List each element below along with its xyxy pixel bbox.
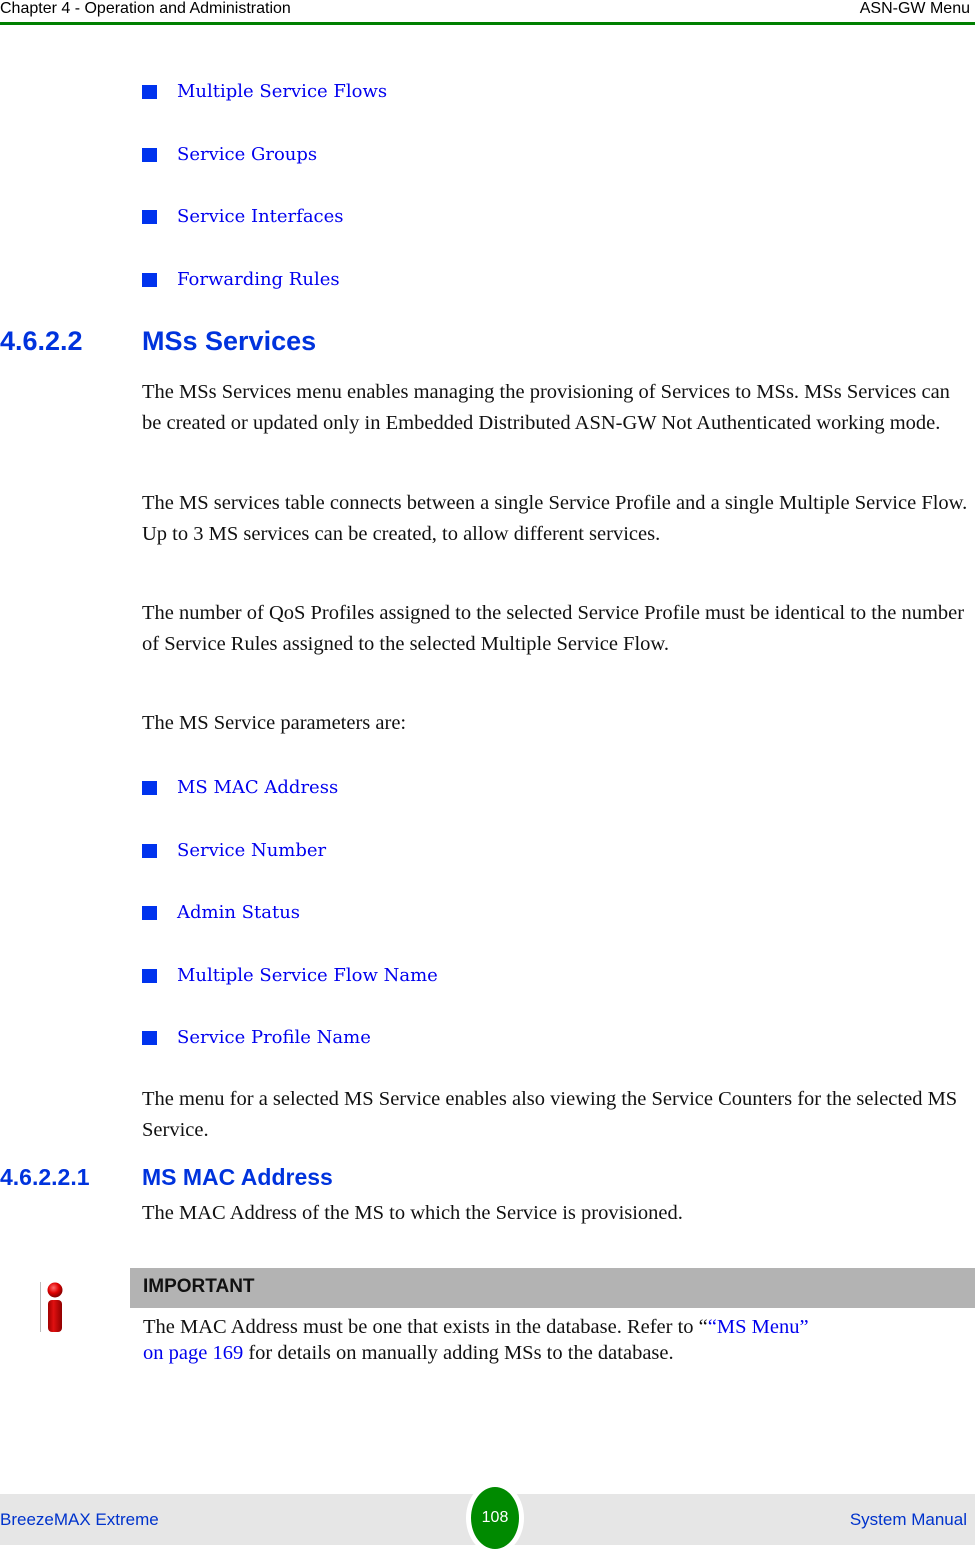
important-note-text: The MAC Address must be one that exists … [143,1314,973,1366]
link-service-groups[interactable]: Service Groups [177,144,317,165]
list-item[interactable]: Admin Status [142,901,438,964]
list-item[interactable]: Service Interfaces [142,205,387,268]
link-multiple-service-flow-name[interactable]: Multiple Service Flow Name [177,965,438,986]
link-service-number[interactable]: Service Number [177,840,326,861]
link-multiple-service-flows[interactable]: Multiple Service Flows [177,81,387,102]
paragraph: The number of QoS Profiles assigned to t… [142,602,965,655]
list-item[interactable]: Multiple Service Flows [142,80,387,143]
related-menus-list: Multiple Service Flows Service Groups Se… [142,80,387,330]
list-item[interactable]: Service Groups [142,143,387,206]
page-number-badge: 108 [466,1482,524,1554]
parameters-list: MS MAC Address Service Number Admin Stat… [142,776,438,1089]
bullet-square-icon [142,210,157,224]
list-item[interactable]: MS MAC Address [142,776,438,839]
bullet-square-icon [142,781,157,795]
bullet-square-icon [142,968,157,983]
link-ms-mac-address[interactable]: MS MAC Address [177,777,338,798]
page-header: Chapter 4 - Operation and Administration… [0,0,975,25]
list-item[interactable]: Service Profile Name [142,1026,438,1089]
list-item[interactable]: Multiple Service Flow Name [142,964,438,1027]
paragraph: The menu for a selected MS Service enabl… [142,1088,958,1141]
section-heading: 4.6.2.2 MSs Services [0,326,316,357]
document-name: System Manual [849,1510,967,1529]
list-item[interactable]: Service Number [142,839,438,902]
important-note-header: IMPORTANT [130,1268,975,1308]
important-label: IMPORTANT [143,1276,255,1297]
section-title: ASN-GW Menu [859,0,970,17]
link-forwarding-rules[interactable]: Forwarding Rules [177,269,340,290]
ms-menu-link[interactable]: “MS Menu” [708,1316,809,1338]
paragraph: The MS services table connects between a… [142,492,968,545]
paragraph: The MSs Services menu enables managing t… [142,381,950,434]
subsection-heading-title: MS MAC Address [142,1164,333,1190]
bullet-square-icon [142,843,157,858]
subsection-heading: 4.6.2.2.1 MS MAC Address [0,1164,333,1191]
paragraph: The MAC Address of the MS to which the S… [142,1202,683,1224]
link-admin-status[interactable]: Admin Status [177,902,300,923]
info-icon [40,1282,63,1332]
paragraph: The MS Service parameters are: [142,712,407,734]
bullet-square-icon [142,272,157,287]
bullet-square-icon [142,1031,157,1045]
page-reference-link[interactable]: on page 169 [143,1342,243,1364]
note-text-end: for details on manually adding MSs to th… [243,1342,674,1364]
bullet-square-icon [142,147,157,162]
note-text-start: The MAC Address must be one that exists … [143,1316,708,1338]
bullet-square-icon [142,906,157,920]
bullet-square-icon [142,85,157,99]
list-item[interactable]: Forwarding Rules [142,268,387,331]
product-name: BreezeMAX Extreme [0,1510,159,1529]
link-service-profile-name[interactable]: Service Profile Name [177,1027,371,1048]
link-service-interfaces[interactable]: Service Interfaces [177,206,344,227]
subsection-number: 4.6.2.2.1 [0,1164,90,1190]
chapter-title: Chapter 4 - Operation and Administration [0,0,291,17]
section-number: 4.6.2.2 [0,326,83,356]
page-number: 108 [471,1487,519,1549]
section-heading-title: MSs Services [142,326,317,356]
